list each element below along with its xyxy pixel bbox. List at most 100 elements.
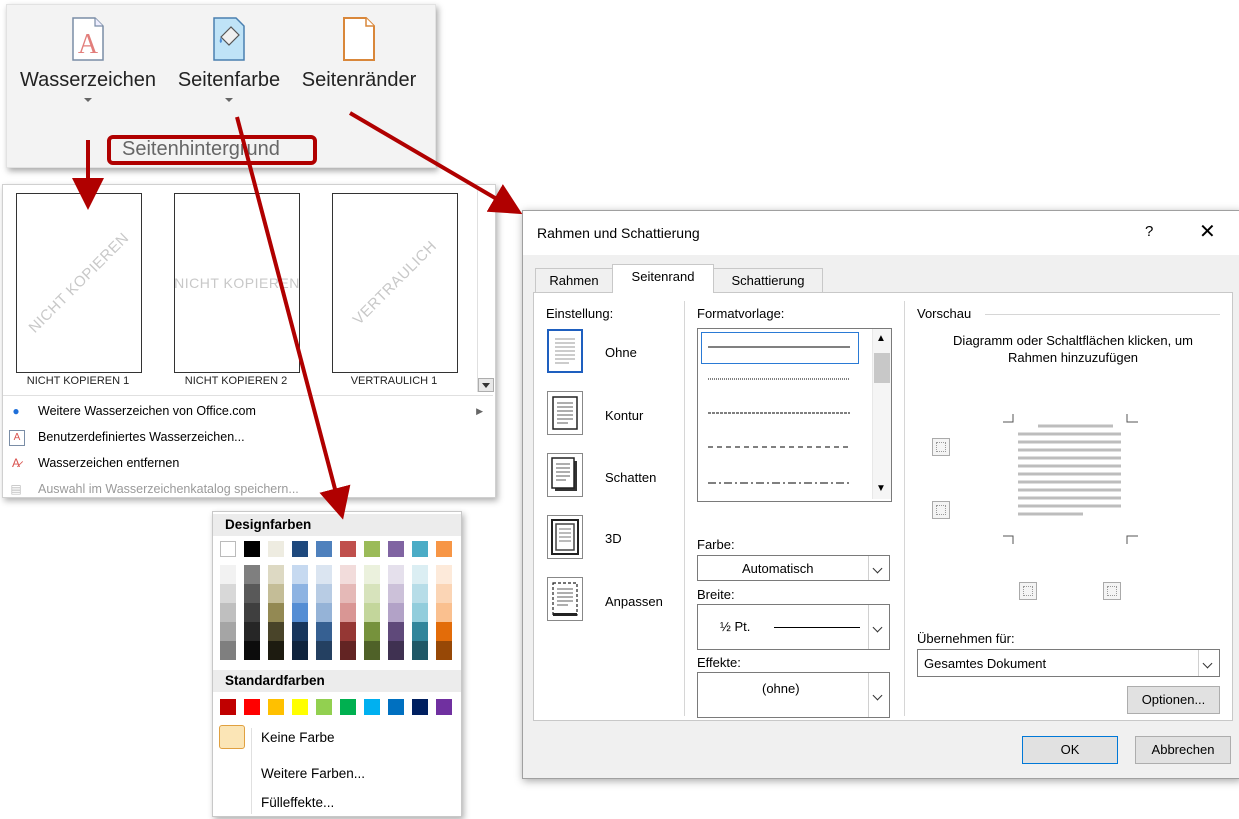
color-swatch[interactable] — [436, 641, 452, 660]
color-swatch[interactable] — [292, 699, 308, 715]
left-border-button[interactable] — [1019, 582, 1037, 600]
top-border-button[interactable] — [932, 438, 950, 456]
color-swatch[interactable] — [388, 622, 404, 641]
color-swatch[interactable] — [412, 641, 428, 660]
color-swatch[interactable] — [220, 541, 236, 557]
menu-item-custom-watermark[interactable]: A Benutzerdefiniertes Wasserzeichen... — [3, 424, 493, 450]
color-swatch[interactable] — [412, 584, 428, 603]
scroll-thumb[interactable] — [874, 353, 890, 383]
gallery-expand-button[interactable] — [478, 378, 494, 392]
color-swatch[interactable] — [364, 584, 380, 603]
watermark-thumbnail[interactable]: NICHT KOPIEREN — [174, 193, 300, 373]
color-swatch[interactable] — [268, 699, 284, 715]
color-swatch[interactable] — [220, 641, 236, 660]
color-swatch[interactable] — [436, 622, 452, 641]
scroll-up-icon[interactable]: ▲ — [876, 333, 886, 344]
color-swatch[interactable] — [244, 541, 260, 557]
color-swatch[interactable] — [268, 541, 284, 557]
color-swatch[interactable] — [364, 622, 380, 641]
color-swatch[interactable] — [220, 584, 236, 603]
color-swatch[interactable] — [244, 641, 260, 660]
color-swatch[interactable] — [340, 565, 356, 584]
color-swatch[interactable] — [388, 584, 404, 603]
color-swatch[interactable] — [436, 603, 452, 622]
color-swatch[interactable] — [220, 565, 236, 584]
color-swatch[interactable] — [268, 603, 284, 622]
color-swatch[interactable] — [436, 541, 452, 557]
close-icon[interactable]: ✕ — [1199, 219, 1216, 244]
color-swatch[interactable] — [220, 603, 236, 622]
color-swatch[interactable] — [316, 641, 332, 660]
color-swatch[interactable] — [292, 603, 308, 622]
color-swatch[interactable] — [388, 641, 404, 660]
style-list-scrollbar[interactable]: ▲ ▼ — [872, 329, 891, 499]
color-swatch[interactable] — [388, 541, 404, 557]
color-swatch[interactable] — [412, 541, 428, 557]
color-swatch[interactable] — [340, 584, 356, 603]
color-swatch[interactable] — [316, 622, 332, 641]
effects-dropdown[interactable]: (ohne) — [697, 672, 890, 718]
color-swatch[interactable] — [340, 603, 356, 622]
color-swatch[interactable] — [412, 603, 428, 622]
color-swatch[interactable] — [364, 699, 380, 715]
color-swatch[interactable] — [340, 541, 356, 557]
watermark-button[interactable]: A Wasserzeichen — [13, 17, 163, 102]
color-swatch[interactable] — [316, 699, 332, 715]
color-swatch[interactable] — [412, 699, 428, 715]
tab-seitenrand[interactable]: Seitenrand — [612, 264, 714, 293]
color-swatch[interactable] — [364, 565, 380, 584]
color-swatch[interactable] — [316, 584, 332, 603]
width-dropdown[interactable]: ½ Pt. — [697, 604, 890, 650]
color-swatch[interactable] — [244, 699, 260, 715]
apply-to-dropdown[interactable]: Gesamtes Dokument — [917, 649, 1220, 677]
border-style-list[interactable]: ▲ ▼ — [697, 328, 892, 502]
border-preview-diagram[interactable] — [1003, 414, 1138, 544]
color-swatch[interactable] — [268, 622, 284, 641]
right-border-button[interactable] — [1103, 582, 1121, 600]
color-swatch[interactable] — [292, 641, 308, 660]
menu-item-more-watermarks[interactable]: ● Weitere Wasserzeichen von Office.com ▶ — [3, 398, 493, 424]
scroll-down-icon[interactable]: ▼ — [876, 483, 886, 494]
color-swatch[interactable] — [244, 603, 260, 622]
color-swatch[interactable] — [316, 565, 332, 584]
color-swatch[interactable] — [292, 541, 308, 557]
gallery-scrollbar[interactable] — [477, 187, 494, 392]
color-swatch[interactable] — [436, 699, 452, 715]
color-swatch[interactable] — [292, 584, 308, 603]
color-swatch[interactable] — [412, 622, 428, 641]
watermark-thumbnail[interactable]: NICHT KOPIEREN — [16, 193, 142, 373]
color-swatch[interactable] — [412, 565, 428, 584]
color-dropdown[interactable]: Automatisch — [697, 555, 890, 581]
color-swatch[interactable] — [292, 565, 308, 584]
color-swatch[interactable] — [388, 603, 404, 622]
watermark-thumbnail[interactable]: VERTRAULICH — [332, 193, 458, 373]
color-swatch[interactable] — [316, 541, 332, 557]
color-swatch[interactable] — [364, 641, 380, 660]
page-color-button[interactable]: Seitenfarbe — [169, 17, 289, 102]
color-swatch[interactable] — [268, 641, 284, 660]
help-button[interactable]: ? — [1145, 223, 1153, 240]
cancel-button[interactable]: Abbrechen — [1135, 736, 1231, 764]
color-swatch[interactable] — [436, 565, 452, 584]
color-swatch[interactable] — [244, 622, 260, 641]
tab-schattierung[interactable]: Schattierung — [713, 268, 823, 292]
color-swatch[interactable] — [340, 641, 356, 660]
color-swatch[interactable] — [436, 584, 452, 603]
color-swatch[interactable] — [340, 622, 356, 641]
color-swatch[interactable] — [220, 699, 236, 715]
color-swatch[interactable] — [244, 565, 260, 584]
ok-button[interactable]: OK — [1022, 736, 1118, 764]
color-swatch[interactable] — [268, 565, 284, 584]
color-swatch[interactable] — [388, 565, 404, 584]
bottom-border-button[interactable] — [932, 501, 950, 519]
fill-effects-option[interactable]: Fülleffekte... — [261, 795, 334, 810]
color-swatch[interactable] — [292, 622, 308, 641]
color-swatch[interactable] — [364, 603, 380, 622]
color-swatch[interactable] — [268, 584, 284, 603]
color-swatch[interactable] — [388, 699, 404, 715]
color-swatch[interactable] — [220, 622, 236, 641]
color-swatch[interactable] — [340, 699, 356, 715]
color-swatch[interactable] — [364, 541, 380, 557]
page-borders-button[interactable]: Seitenränder — [290, 17, 428, 92]
menu-item-remove-watermark[interactable]: A̷ Wasserzeichen entfernen — [3, 450, 493, 476]
